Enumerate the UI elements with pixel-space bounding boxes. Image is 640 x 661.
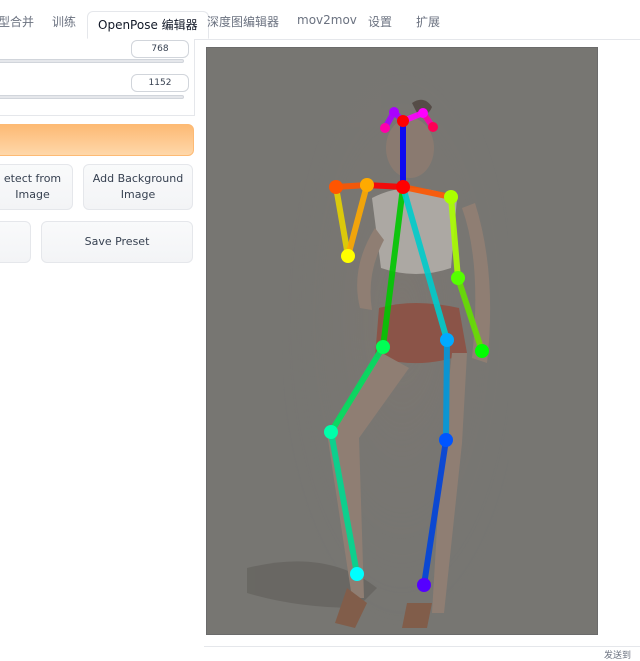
detect-from-image-button[interactable]: etect from Image xyxy=(0,164,73,210)
keypoint-r-elbow[interactable] xyxy=(360,178,374,192)
pose-canvas-svg xyxy=(207,48,597,634)
primary-action-button[interactable] xyxy=(0,124,194,156)
detect-button-label-line2: Image xyxy=(15,188,50,201)
detect-button-label-line1: etect from xyxy=(3,172,62,185)
keypoint-r-ankle[interactable] xyxy=(350,567,364,581)
keypoint-l-ear[interactable] xyxy=(428,122,438,132)
keypoint-l-elbow[interactable] xyxy=(451,271,465,285)
keypoint-r-knee[interactable] xyxy=(324,425,338,439)
send-to-label[interactable]: 发送到 xyxy=(604,648,631,661)
tab-model-merge[interactable]: 型合并 xyxy=(0,13,34,30)
tab-depth-editor[interactable]: 深度图编辑器 xyxy=(207,13,279,30)
keypoint-l-knee[interactable] xyxy=(439,433,453,447)
keypoint-l-wrist[interactable] xyxy=(475,344,489,358)
tab-openpose-editor[interactable]: OpenPose 编辑器 xyxy=(87,11,209,39)
keypoint-r-eye[interactable] xyxy=(389,107,399,117)
keypoint-r-wrist[interactable] xyxy=(341,249,355,263)
keypoint-l-shoulder[interactable] xyxy=(444,190,458,204)
pose-canvas[interactable] xyxy=(206,47,598,635)
keypoint-neck[interactable] xyxy=(396,180,410,194)
tab-train[interactable]: 训练 xyxy=(52,13,76,30)
keypoint-l-eye[interactable] xyxy=(418,108,428,118)
tab-mov2mov[interactable]: mov2mov xyxy=(297,13,357,27)
keypoint-r-hip[interactable] xyxy=(376,340,390,354)
keypoint-l-hip[interactable] xyxy=(440,333,454,347)
load-preset-button[interactable] xyxy=(0,221,31,263)
save-preset-button[interactable]: Save Preset xyxy=(41,221,193,263)
tab-extensions[interactable]: 扩展 xyxy=(416,13,440,30)
keypoint-l-ankle[interactable] xyxy=(417,578,431,592)
size-controls-panel: 768 1152 xyxy=(0,39,195,116)
add-bg-label-line2: Image xyxy=(120,188,156,201)
add-background-image-button[interactable]: Add Background Image xyxy=(83,164,193,210)
width-number-input[interactable]: 768 xyxy=(131,40,189,58)
height-number-input[interactable]: 1152 xyxy=(131,74,189,92)
add-bg-label-line1: Add Background xyxy=(92,172,184,185)
tab-settings[interactable]: 设置 xyxy=(368,13,392,30)
keypoint-r-ear[interactable] xyxy=(380,123,390,133)
width-slider[interactable] xyxy=(0,59,184,63)
height-slider[interactable] xyxy=(0,95,184,99)
tab-bar: 型合并 训练 OpenPose 编辑器 深度图编辑器 mov2mov 设置 扩展 xyxy=(0,0,640,40)
keypoint-r-shoulder[interactable] xyxy=(329,180,343,194)
keypoint-nose[interactable] xyxy=(397,115,409,127)
footer-divider xyxy=(204,646,640,647)
